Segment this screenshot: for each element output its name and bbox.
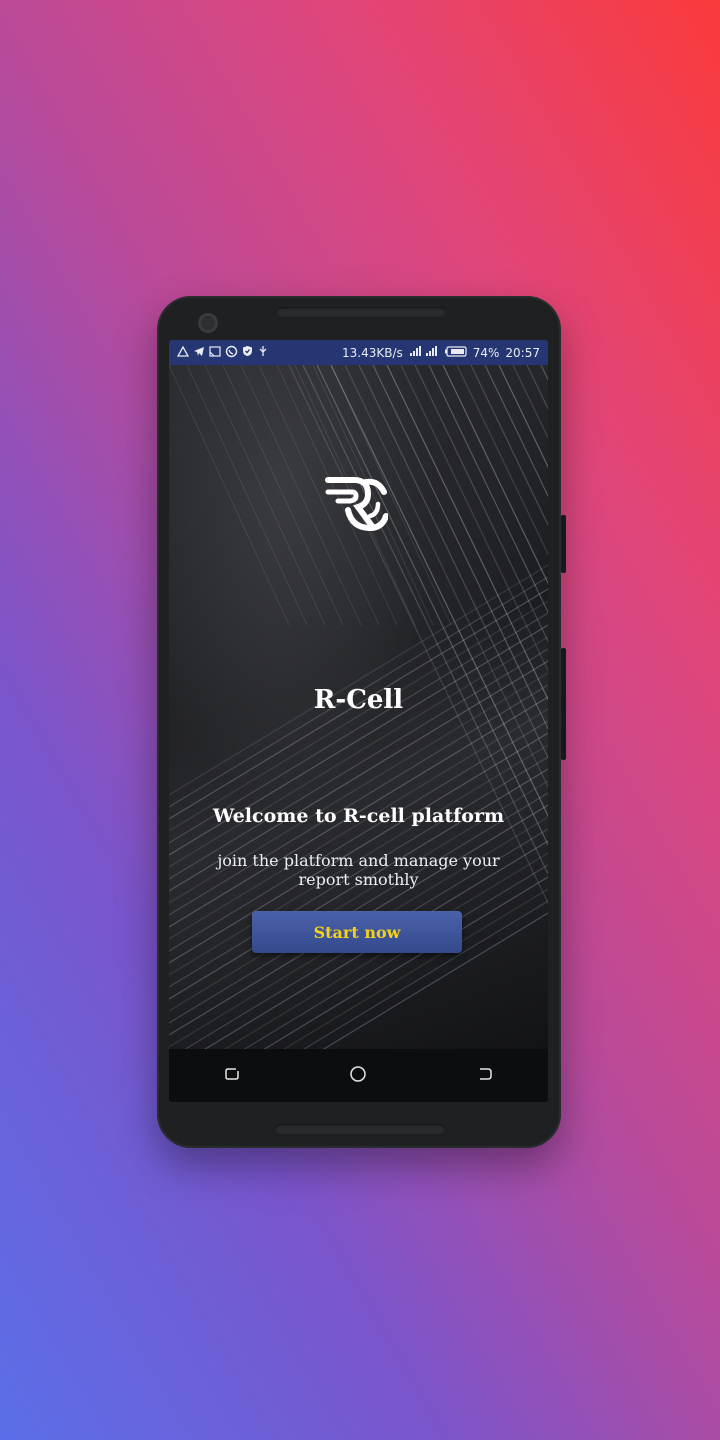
battery-icon [444,345,467,360]
navigation-bar [169,1049,548,1102]
status-bar: 13.43KB/s 74% 20:57 [169,340,548,365]
welcome-subtitle: join the platform and manage your report… [217,851,500,889]
background-line [169,636,548,868]
phone-screen: 13.43KB/s 74% 20:57 R-Cell Welcome to R-… [169,340,548,1102]
clock: 20:57 [505,345,540,360]
back-icon [477,1066,493,1086]
home-icon [349,1065,367,1087]
network-speed: 13.43KB/s [341,345,403,360]
background-line [169,600,548,832]
bottom-speaker [275,1124,445,1134]
top-speaker [276,307,446,317]
recent-apps-icon [224,1066,240,1086]
system-status: 13.43KB/s 74% 20:57 [342,345,540,360]
recent-apps-button[interactable] [212,1056,252,1096]
phone-volume-button [561,648,566,760]
whatsapp-icon [225,345,238,361]
background-line [204,365,326,626]
phone-side-button [561,515,566,573]
notification-icons [176,345,269,361]
background-line [186,365,308,626]
background-line [263,876,548,1049]
front-camera [198,313,218,333]
welcome-screen: R-Cell Welcome to R-cell platform join t… [169,365,548,1049]
background-line [169,365,290,626]
telegram-icon [193,346,205,360]
home-button[interactable] [338,1056,378,1096]
warning-icon [176,345,190,360]
back-button[interactable] [465,1056,505,1096]
background-line [169,792,548,1024]
background-line [169,648,548,880]
app-title: R-Cell [313,685,404,715]
welcome-heading: Welcome to R-cell platform [212,805,505,827]
start-now-button[interactable]: Start now [252,911,462,953]
usb-icon [257,345,269,360]
r-cell-logo [324,470,389,538]
cast-icon [209,345,221,360]
shield-icon [242,345,253,360]
battery-level: 74% [472,345,500,360]
signal-icon [409,345,439,360]
background-line [169,564,548,796]
